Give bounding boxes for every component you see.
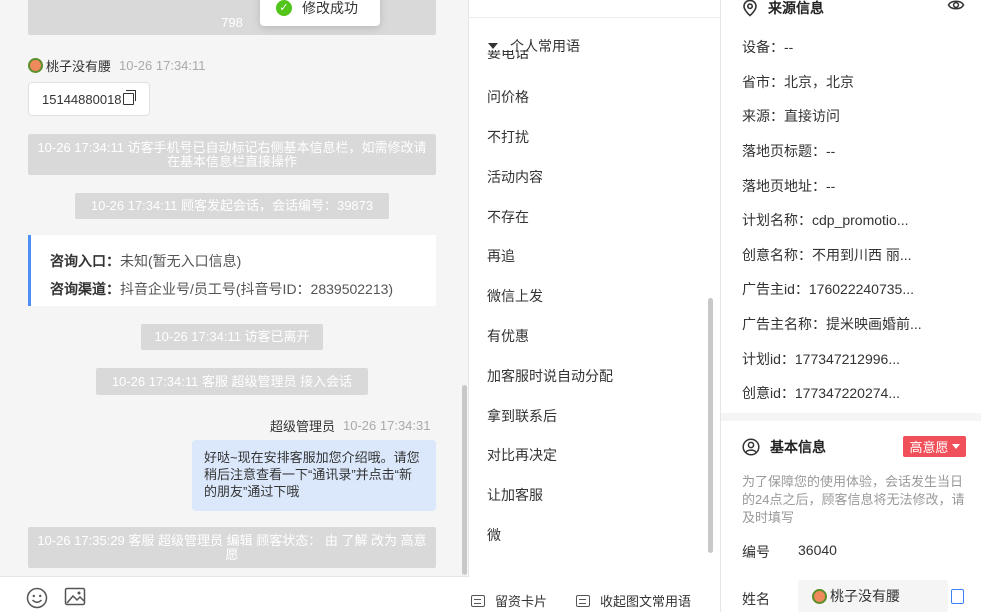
system-message-status-change-text: 10-26 17:35:29 客服 超级管理员 编辑 顾客状态： 由 了解 改为… xyxy=(37,533,427,562)
agent-message-time: 10-26 17:34:31 xyxy=(343,418,431,433)
customer-name-input[interactable]: 桃子没有腰 xyxy=(798,580,948,612)
plan-id-row: 计划id：177347212996... xyxy=(742,351,900,367)
source-channel-row: 来源：直接访问 xyxy=(742,108,840,124)
system-message-visitor-left: 10-26 17:34:11 访客已离开 xyxy=(141,324,323,350)
source-city-row: 省市：北京，北京 xyxy=(742,74,854,90)
system-message-status-change: 10-26 17:35:29 客服 超级管理员 编辑 顾客状态： 由 了解 改为… xyxy=(28,527,436,568)
phone-number: 15144880018 xyxy=(42,91,122,107)
consult-entry-label: 咨询入口： xyxy=(50,253,120,269)
collapse-phrases-label: 收起图文常用语 xyxy=(600,594,692,609)
phrases-tab-strip xyxy=(469,0,721,18)
creative-id-row: 创意id：177347220274... xyxy=(742,385,900,401)
chat-message-list[interactable]: 798 ✓ 修改成功 桃子没有腰 10-26 17:34:11 15144880… xyxy=(0,0,469,575)
caret-down-icon xyxy=(951,444,960,449)
consult-channel-label: 咨询渠道： xyxy=(50,281,120,297)
customer-number-label: 编号 xyxy=(742,544,770,560)
phrase-item[interactable]: 活动内容 xyxy=(487,167,543,187)
visitor-name: 桃子没有腰 xyxy=(46,59,112,74)
system-message-session-start: 10-26 17:34:11 顾客发起会话，会话编号：39873 xyxy=(75,193,389,219)
phrases-footer: 留资卡片 收起图文常用语 xyxy=(469,576,721,612)
phrase-item[interactable]: 对比再决定 xyxy=(487,445,557,465)
system-message-phone-marked-text: 10-26 17:34:11 访客手机号已自动标记右侧基本信息栏，如需修改请在基… xyxy=(37,140,427,169)
intent-level-dropdown[interactable]: 高意愿 xyxy=(903,436,966,457)
creative-name-row: 创意名称：不用到川西 丽... xyxy=(742,247,912,263)
card-icon xyxy=(471,594,485,607)
agent-message-text: 好哒~现在安排客服加您介绍哦。请您稍后注意查看一下“通讯录”并点击“新的朋友”通… xyxy=(204,450,420,499)
caret-down-icon xyxy=(488,43,498,49)
phone-message[interactable]: 15144880018 xyxy=(28,82,150,116)
section-divider xyxy=(721,413,981,421)
chat-scrollbar[interactable] xyxy=(462,385,467,575)
system-message-agent-joined: 10-26 17:34:11 客服 超级管理员 接入会话 xyxy=(96,368,368,395)
peach-avatar-icon xyxy=(812,588,827,604)
advertiser-id-row: 广告主id：176022240735... xyxy=(742,281,914,297)
phrase-item-partial-text: 要电话 xyxy=(487,50,529,59)
phrase-item[interactable]: 拿到联系后 xyxy=(487,406,557,426)
customer-name-label: 姓名 xyxy=(742,591,770,607)
copy-icon[interactable] xyxy=(122,90,136,105)
system-message-agent-joined-text: 10-26 17:34:11 客服 超级管理员 接入会话 xyxy=(111,374,353,389)
phrase-item[interactable]: 让加客服 xyxy=(487,485,543,505)
common-phrases-pane: 个人常用语 要电话 问价格 不打扰 活动内容 不存在 再追 微信上发 有优惠 加… xyxy=(469,0,721,612)
consult-entry-row: 咨询入口：未知(暂无入口信息) xyxy=(50,247,436,275)
lead-card-label: 留资卡片 xyxy=(495,594,548,609)
message-icon xyxy=(576,594,590,607)
basic-info-header: 基本信息 xyxy=(742,437,826,457)
consult-channel-row: 咨询渠道：抖音企业号/员工号(抖音号ID：2839502213) xyxy=(50,275,436,303)
phrase-item[interactable]: 问价格 xyxy=(487,87,529,107)
consult-entry-value: 未知(暂无入口信息) xyxy=(120,253,242,269)
agent-name: 超级管理员 xyxy=(270,419,336,434)
system-message-phone-marked: 10-26 17:34:11 访客手机号已自动标记右侧基本信息栏，如需修改请在基… xyxy=(28,134,436,175)
consult-channel-value: 抖音企业号/员工号(抖音号ID：2839502213) xyxy=(120,281,394,297)
customer-name-value: 桃子没有腰 xyxy=(830,588,900,604)
check-circle-icon: ✓ xyxy=(276,0,292,16)
lead-card-button[interactable]: 留资卡片 xyxy=(471,591,547,610)
peach-avatar-icon xyxy=(28,58,43,73)
consult-info-card: 咨询入口：未知(暂无入口信息) 咨询渠道：抖音企业号/员工号(抖音号ID：283… xyxy=(28,235,436,306)
toast-text: 修改成功 xyxy=(302,0,358,16)
phrases-scrollbar[interactable] xyxy=(708,298,713,553)
phrase-item[interactable]: 不存在 xyxy=(487,207,529,227)
customer-info-pane: 来源信息 设备：-- 省市：北京，北京 来源：直接访问 落地页标题：-- 落地页… xyxy=(721,0,981,612)
visitor-message-header: 桃子没有腰 10-26 17:34:11 xyxy=(28,56,206,75)
phrase-item[interactable]: 再追 xyxy=(487,246,515,266)
chat-input-toolbar xyxy=(0,576,469,612)
visitor-message-time: 10-26 17:34:11 xyxy=(119,58,206,73)
collapse-phrases-button[interactable]: 收起图文常用语 xyxy=(576,591,691,610)
source-info-header: 来源信息 xyxy=(742,0,824,18)
edit-deadline-notice: 为了保障您的使用体验，会话发生当日的24点之后，顾客信息将无法修改，请及时填写 xyxy=(742,474,965,525)
plan-name-row: 计划名称：cdp_promotio... xyxy=(742,212,909,228)
phrase-item[interactable]: 不打扰 xyxy=(487,127,529,147)
phrase-item[interactable]: 微信上发 xyxy=(487,286,543,306)
user-circle-icon xyxy=(742,438,760,456)
agent-message-header: 超级管理员 10-26 17:34:31 xyxy=(270,416,430,435)
success-toast: ✓ 修改成功 xyxy=(260,0,380,26)
intent-level-value: 高意愿 xyxy=(909,440,949,455)
image-icon[interactable] xyxy=(64,586,86,608)
basic-info-title: 基本信息 xyxy=(770,439,826,455)
landing-page-url-row: 落地页地址：-- xyxy=(742,178,836,194)
source-device-row: 设备：-- xyxy=(742,39,794,55)
phrase-item-partial[interactable]: 要电话 xyxy=(487,50,547,59)
landing-page-title-row: 落地页标题：-- xyxy=(742,143,836,159)
system-message-visitor-left-text: 10-26 17:34:11 访客已离开 xyxy=(154,329,310,344)
phrase-item[interactable]: 有优惠 xyxy=(487,326,529,346)
chat-pane: 798 ✓ 修改成功 桃子没有腰 10-26 17:34:11 15144880… xyxy=(0,0,469,612)
location-pin-icon xyxy=(743,0,757,17)
system-message-session-start-text: 10-26 17:34:11 顾客发起会话，会话编号：39873 xyxy=(90,198,374,213)
phrase-item[interactable]: 加客服时说自动分配 xyxy=(487,366,613,386)
view-eye-icon[interactable] xyxy=(947,0,965,13)
advertiser-name-row: 广告主名称：提米映画婚前... xyxy=(742,316,922,332)
app-root: 798 ✓ 修改成功 桃子没有腰 10-26 17:34:11 15144880… xyxy=(0,0,981,612)
agent-message-bubble: 好哒~现在安排客服加您介绍哦。请您稍后注意查看一下“通讯录”并点击“新的朋友”通… xyxy=(192,440,436,511)
phrase-item[interactable]: 微 xyxy=(487,525,501,545)
customer-number-value: 36040 xyxy=(798,542,837,558)
emoji-icon[interactable] xyxy=(26,587,48,609)
document-icon[interactable] xyxy=(951,589,964,604)
source-info-title: 来源信息 xyxy=(768,0,824,16)
